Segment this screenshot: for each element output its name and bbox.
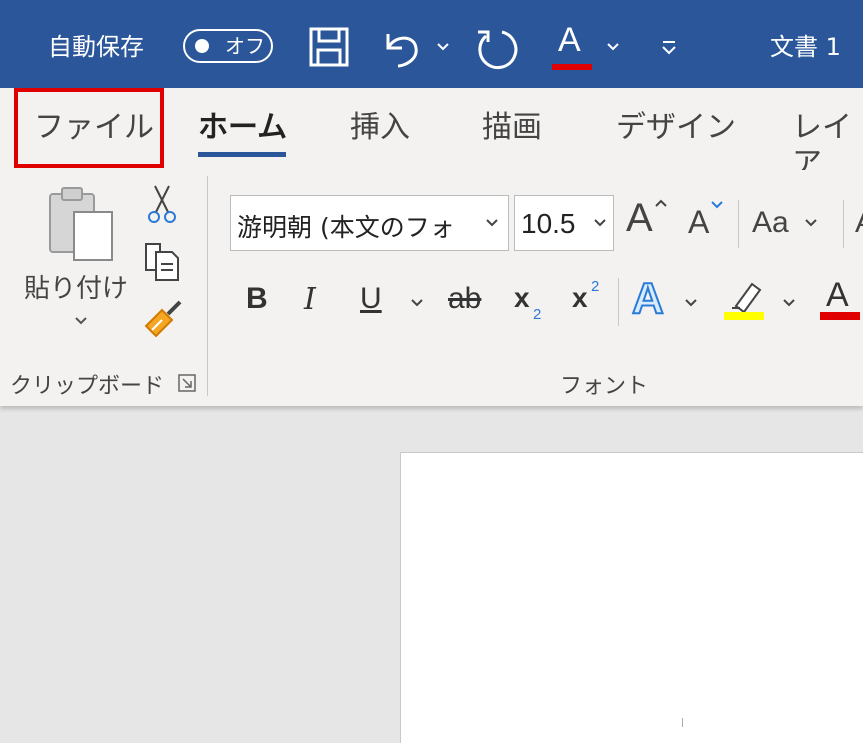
qat-font-color-bar <box>552 64 592 70</box>
qat-font-color-glyph[interactable]: A <box>558 0 581 84</box>
change-case-glyph[interactable]: Aa <box>752 206 789 240</box>
highlight-dropdown-icon[interactable] <box>782 298 796 308</box>
subscript-index: 2 <box>533 306 542 323</box>
tab-design[interactable]: デザイン <box>616 110 736 146</box>
copy-icon[interactable] <box>142 240 182 282</box>
clipboard-launcher-icon[interactable] <box>178 374 196 392</box>
font-color-button[interactable]: A <box>826 276 849 315</box>
clipboard-group-label: クリップボード <box>10 374 165 399</box>
font-size-dropdown-icon[interactable] <box>593 218 607 228</box>
cut-icon[interactable] <box>146 184 178 224</box>
strikethrough-button[interactable]: ab <box>448 282 481 316</box>
grow-font-icon[interactable] <box>654 198 668 208</box>
autosave-state: オフ <box>225 34 265 58</box>
font-color-bar <box>820 312 860 320</box>
superscript-index: 2 <box>591 278 600 295</box>
text-effects-dropdown-icon[interactable] <box>684 298 698 308</box>
separator <box>618 278 619 326</box>
text-cursor-mark <box>682 718 683 727</box>
shrink-font-icon[interactable] <box>710 200 724 210</box>
font-name-value: 游明朝 (本文のフォ <box>237 213 455 242</box>
tab-home[interactable]: ホーム <box>198 110 287 146</box>
paste-label[interactable]: 貼り付け <box>24 268 128 305</box>
underline-dropdown-icon[interactable] <box>410 298 424 308</box>
tab-draw[interactable]: 描画 <box>482 110 542 146</box>
font-size-value: 10.5 <box>521 208 576 239</box>
underline-button[interactable]: U <box>360 282 382 316</box>
file-tab-highlight <box>14 88 164 168</box>
format-painter-icon[interactable] <box>142 300 186 340</box>
title-bar: 自動保存 オフ A 文書 1 <box>0 0 863 88</box>
undo-dropdown-icon[interactable] <box>436 42 450 52</box>
document-page[interactable] <box>400 452 863 743</box>
shrink-font-glyph[interactable]: A <box>688 204 709 241</box>
autosave-toggle[interactable]: オフ <box>183 29 273 63</box>
undo-icon[interactable] <box>380 26 424 70</box>
active-tab-underline <box>198 152 286 157</box>
separator <box>843 200 844 248</box>
superscript-base[interactable]: x <box>572 282 588 314</box>
font-name-combobox[interactable]: 游明朝 (本文のフォ <box>230 195 509 251</box>
highlight-color-bar <box>724 312 764 320</box>
font-group-label: フォント <box>560 374 649 399</box>
font-size-combobox[interactable]: 10.5 <box>514 195 614 251</box>
customize-qat-icon[interactable] <box>660 38 678 56</box>
clear-format-glyph[interactable]: A <box>855 206 863 240</box>
document-title: 文書 1 <box>770 32 841 61</box>
group-separator <box>207 176 208 396</box>
save-icon[interactable] <box>308 26 350 68</box>
autosave-label: 自動保存 <box>48 32 144 61</box>
italic-button[interactable]: I <box>304 282 316 317</box>
redo-icon[interactable] <box>474 26 520 72</box>
subscript-base[interactable]: x <box>514 282 530 314</box>
highlight-icon[interactable] <box>728 278 766 312</box>
change-case-dropdown-icon[interactable] <box>804 218 818 228</box>
font-color-dropdown-icon[interactable] <box>606 42 620 52</box>
separator <box>738 200 739 248</box>
bold-button[interactable]: B <box>246 282 268 316</box>
toggle-knob <box>195 39 209 53</box>
paste-dropdown-icon[interactable] <box>74 316 88 326</box>
text-effects-button[interactable]: A <box>631 273 665 324</box>
font-name-dropdown-icon[interactable] <box>485 218 499 228</box>
paste-icon[interactable] <box>44 184 120 264</box>
grow-font-glyph[interactable]: A <box>626 196 653 241</box>
tab-insert[interactable]: 挿入 <box>350 110 410 146</box>
